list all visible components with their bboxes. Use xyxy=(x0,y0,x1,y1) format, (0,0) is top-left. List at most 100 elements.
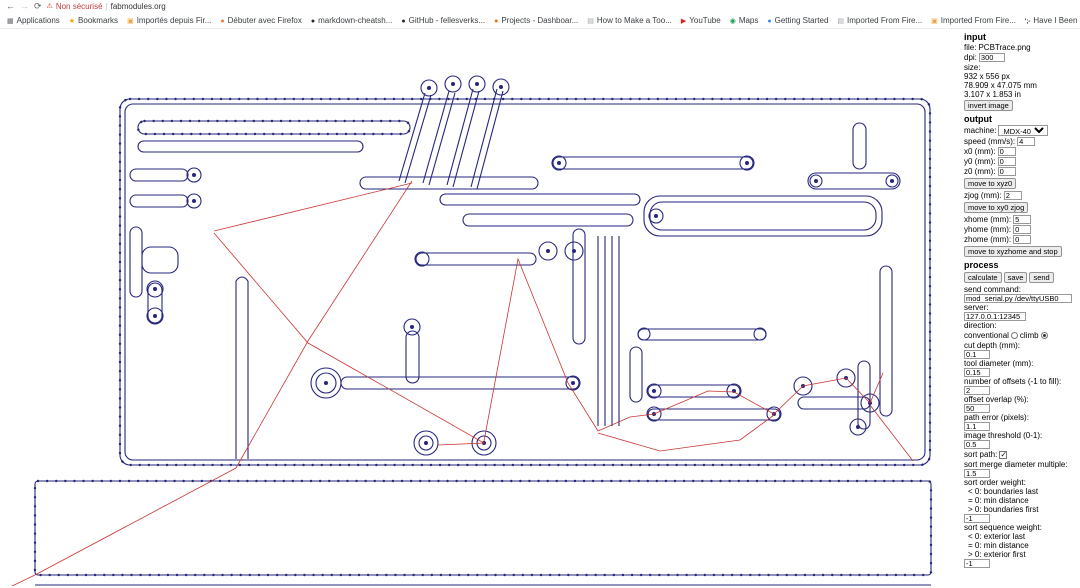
address-bar: ← → ⟳ ⚠ Non sécurisé | fabmodules.org xyxy=(0,0,1080,12)
move-to-xyzhome-stop-button[interactable]: move to xyzhome and stop xyxy=(964,246,1062,257)
bookmark-item[interactable]: Imported From Fire... xyxy=(837,16,922,25)
pad-center-dots xyxy=(153,82,894,445)
url-text: fabmodules.org xyxy=(110,1,166,11)
bookmark-item-maps[interactable]: Maps xyxy=(730,16,759,25)
bookmark-label: Maps xyxy=(738,15,759,25)
bookmark-item[interactable]: Have I Been Pwned... xyxy=(1025,16,1080,25)
bookmark-item[interactable]: How to Make a Too... xyxy=(587,16,672,25)
star-icon xyxy=(69,16,75,25)
github-icon xyxy=(401,16,405,25)
cut-depth-input[interactable] xyxy=(964,350,990,359)
x0-input[interactable] xyxy=(997,147,1016,156)
conventional-radio[interactable] xyxy=(1010,332,1018,339)
sort-path-checkbox[interactable] xyxy=(999,450,1008,459)
server-input[interactable] xyxy=(964,312,1026,321)
move-to-xy0-zjog-button[interactable]: move to xy0 zjog xyxy=(964,202,1029,213)
conventional-label: conventional xyxy=(964,331,1009,340)
tool-diameter-input[interactable] xyxy=(964,368,990,377)
page-icon xyxy=(837,16,844,25)
folder-icon xyxy=(127,16,134,25)
bookmark-label: Débuter avec Firefox xyxy=(227,15,302,25)
dpi-input[interactable] xyxy=(978,53,1005,62)
youtube-icon xyxy=(681,16,686,25)
sort-sequence-weight-label: sort sequence weight: xyxy=(964,523,1042,532)
size-label: size: xyxy=(964,63,981,72)
bookmark-item[interactable]: Imported From Fire... xyxy=(931,16,1016,25)
calculate-button[interactable]: calculate xyxy=(964,272,1002,283)
back-icon[interactable]: ← xyxy=(6,1,15,11)
tool-diameter-label: tool diameter (mm): xyxy=(964,359,1034,368)
sort-order-weight-label: sort order weight: xyxy=(964,478,1026,487)
bookmark-item[interactable]: Importés depuis Fir... xyxy=(127,16,212,25)
bookmark-item[interactable]: Getting Started xyxy=(767,15,829,25)
invert-image-button[interactable]: invert image xyxy=(964,100,1013,111)
bookmark-item-youtube[interactable]: YouTube xyxy=(681,15,721,25)
omnibox[interactable]: ⚠ Non sécurisé | fabmodules.org xyxy=(47,2,166,11)
reload-icon[interactable]: ⟳ xyxy=(34,1,42,11)
zjog-label: zjog (mm): xyxy=(964,191,1002,200)
speed-input[interactable] xyxy=(1017,137,1036,146)
y0-input[interactable] xyxy=(997,157,1016,166)
bookmark-item[interactable]: Débuter avec Firefox xyxy=(220,16,302,25)
xhome-label: xhome (mm): xyxy=(964,215,1012,224)
bookmark-item-applications[interactable]: Applications xyxy=(7,16,60,25)
sequence-hint-2: = 0: min distance xyxy=(968,541,1029,550)
file-label: file: xyxy=(964,43,977,52)
send-command-input[interactable] xyxy=(964,294,1072,303)
speed-label: speed (mm/s): xyxy=(964,137,1016,146)
save-button[interactable]: save xyxy=(1003,272,1028,283)
security-warning-text: Non sécurisé xyxy=(55,1,103,11)
move-to-xyz0-button[interactable]: move to xyz0 xyxy=(964,178,1017,189)
site-favicon xyxy=(494,16,498,25)
sort-order-weight-input[interactable] xyxy=(964,514,990,523)
path-error-input[interactable] xyxy=(964,422,990,431)
machine-select[interactable]: MDX-40 xyxy=(998,125,1049,136)
process-section: process calculate save send send command… xyxy=(964,261,1077,568)
trace-outlines xyxy=(34,75,932,586)
bookmark-item[interactable]: Projects - Dashboar... xyxy=(494,16,578,25)
zhome-input[interactable] xyxy=(1013,235,1032,244)
climb-label: climb xyxy=(1019,331,1039,340)
sort-merge-input[interactable] xyxy=(964,469,990,478)
bookmark-item[interactable]: GitHub - fellesverks... xyxy=(401,16,485,25)
sort-sequence-weight-input[interactable] xyxy=(964,559,990,568)
offset-overlap-label: offset overlap (%): xyxy=(964,395,1029,404)
forward-icon[interactable]: → xyxy=(20,1,29,11)
security-warning-icon: ⚠ xyxy=(46,3,53,10)
image-threshold-label: image threshold (0-1): xyxy=(964,431,1043,440)
send-button[interactable]: send xyxy=(1029,272,1054,283)
bookmark-item-bookmarks[interactable]: Bookmarks xyxy=(69,16,118,25)
server-label: server: xyxy=(964,303,989,312)
x0-label: x0 (mm): xyxy=(964,147,996,156)
size-px: 932 x 556 px xyxy=(964,72,1010,81)
process-section-title: process xyxy=(964,260,999,270)
yhome-input[interactable] xyxy=(1013,225,1032,234)
sequence-hint-1: < 0: exterior last xyxy=(968,532,1026,541)
sort-path-label: sort path: xyxy=(964,450,998,459)
bookmark-label: GitHub - fellesverks... xyxy=(408,15,486,25)
sort-merge-label: sort merge diameter multiple: xyxy=(964,460,1068,469)
bookmark-item[interactable]: markdown-cheatsh... xyxy=(311,15,393,25)
bookmark-label: YouTube xyxy=(689,15,721,25)
machine-label: machine: xyxy=(964,126,997,135)
input-section-title: input xyxy=(964,32,986,42)
bookmark-label: Getting Started xyxy=(774,15,829,25)
order-hint-3: > 0: boundaries first xyxy=(968,505,1039,514)
z0-input[interactable] xyxy=(997,167,1016,176)
site-favicon xyxy=(767,16,771,25)
climb-radio[interactable] xyxy=(1040,332,1048,339)
bookmarks-bar: Applications Bookmarks Importés depuis F… xyxy=(0,12,1080,29)
output-section-title: output xyxy=(964,114,992,124)
file-name: PCBTrace.png xyxy=(978,43,1031,52)
bookmark-label: Projects - Dashboar... xyxy=(501,15,579,25)
number-of-offsets-input[interactable] xyxy=(964,386,990,395)
path-error-label: path error (pixels): xyxy=(964,413,1029,422)
firefox-icon xyxy=(220,16,224,25)
image-threshold-input[interactable] xyxy=(964,440,990,449)
order-hint-2: = 0: min distance xyxy=(968,496,1029,505)
bookmark-label: Bookmarks xyxy=(78,15,119,25)
xhome-input[interactable] xyxy=(1013,215,1032,224)
bookmark-label: markdown-cheatsh... xyxy=(318,15,393,25)
zjog-input[interactable] xyxy=(1003,191,1022,200)
offset-overlap-input[interactable] xyxy=(964,404,990,413)
